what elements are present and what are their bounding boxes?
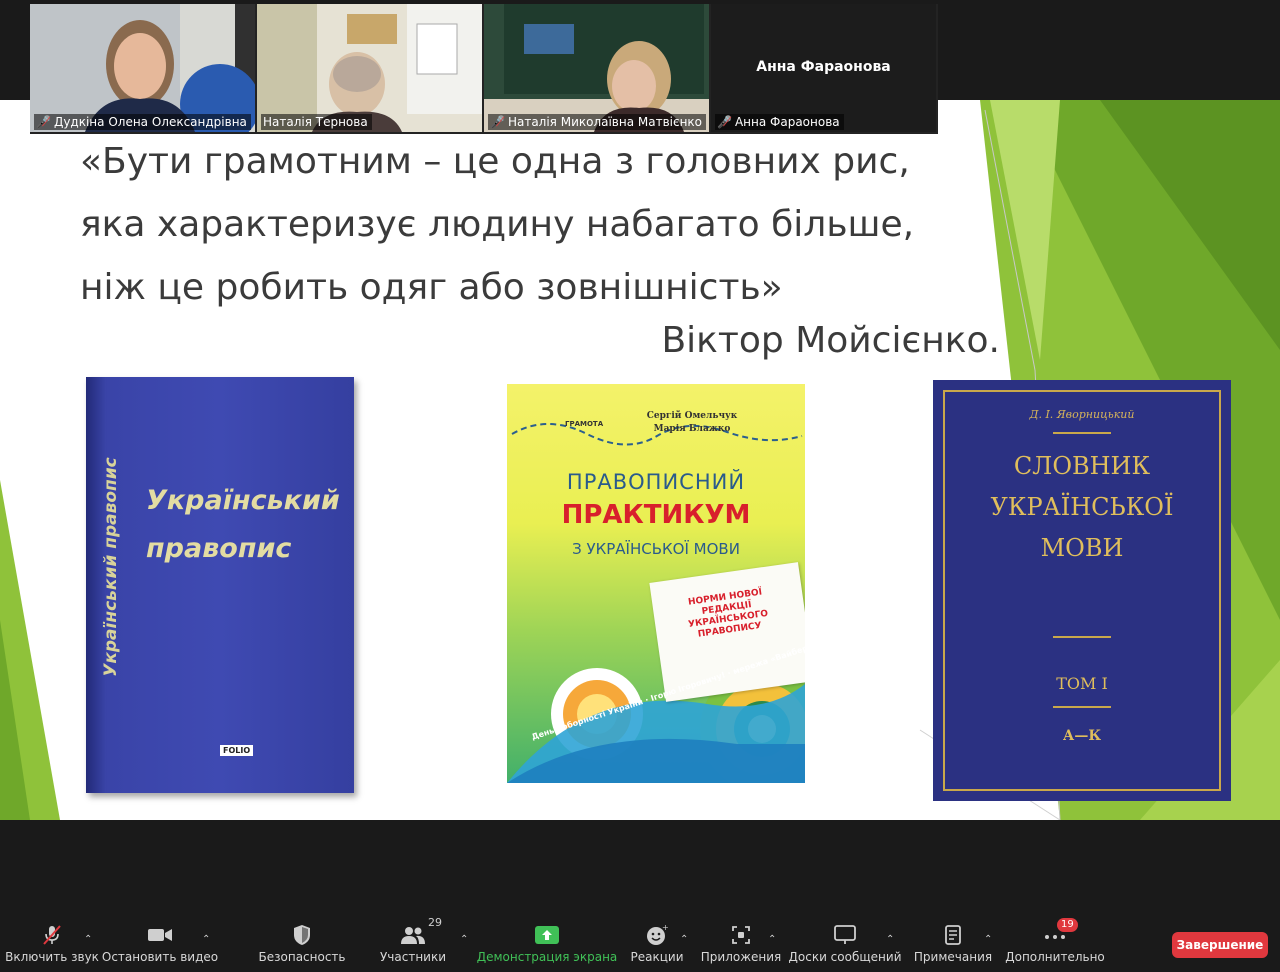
reactions-button[interactable]: + Реакции <box>630 924 684 970</box>
more-button[interactable]: 19 Дополнительно <box>1005 918 1105 970</box>
apps-label: Приложения <box>700 950 782 964</box>
microphone-muted-icon: 🎤̸ <box>36 115 51 129</box>
quote-author: Віктор Мойсієнко. <box>661 320 1000 361</box>
notes-button[interactable]: Примечания <box>914 924 992 970</box>
participant-display-name: Анна Фараонова <box>756 59 891 75</box>
participant-video-strip: 🎤̸ Дудкіна Олена Олександрівна Наталія Т… <box>30 4 938 134</box>
book-orthography-workshop: ГРАМОТА Сергій Омельчук Марія Блажко ПРА… <box>507 384 805 783</box>
stop-video-label: Остановить видео <box>101 950 219 964</box>
quote-line-2: яка характеризує людину набагато більше, <box>80 204 915 245</box>
share-screen-icon <box>535 924 559 946</box>
share-screen-label: Демонстрация экрана <box>476 950 618 964</box>
book-title-line-1: ПРАВОПИСНИЙ <box>566 470 746 494</box>
participant-name: Наталія Миколаївна Матвієнко <box>507 115 703 129</box>
book-ukrainian-orthography: Український правопис Український правопи… <box>86 377 354 793</box>
book-author-2: Марія Блажко <box>653 424 731 434</box>
chevron-up-icon[interactable]: ⌃ <box>84 934 92 945</box>
unmute-button[interactable]: Включить звук <box>5 924 99 970</box>
book-title-line-1: СЛОВНИК <box>1013 452 1151 480</box>
participants-count: 29 <box>428 916 442 929</box>
participant-tile[interactable]: 🎤̸ Наталія Миколаївна Матвієнко <box>484 4 709 132</box>
ornament-divider <box>1053 636 1111 638</box>
unmute-label: Включить звук <box>5 950 99 964</box>
end-meeting-button[interactable]: Завершение <box>1172 932 1268 958</box>
participants-label: Участники <box>379 950 447 964</box>
chevron-up-icon[interactable]: ⌃ <box>202 934 210 945</box>
quote-line-1: «Бути грамотним – це одна з головних рис… <box>80 141 910 182</box>
book-title-line-3: МОВИ <box>1040 534 1124 562</box>
chevron-up-icon[interactable]: ⌃ <box>984 934 992 945</box>
book-title-line-1: Український <box>146 485 340 516</box>
ornament-divider <box>1053 432 1111 434</box>
participant-name-tag: Наталія Тернова <box>261 114 372 130</box>
participant-tile-video-off[interactable]: Анна Фараонова 🎤̸ Анна Фараонова <box>711 4 936 132</box>
book-range: А—К <box>1062 728 1102 744</box>
participant-name-tag: 🎤̸ Дудкіна Олена Олександрівна <box>34 114 251 130</box>
shared-screen-slide: «Бути грамотним – це одна з головних рис… <box>0 100 1280 820</box>
chevron-up-icon[interactable]: ⌃ <box>886 934 894 945</box>
reactions-label: Реакции <box>630 950 684 964</box>
shield-icon <box>292 924 312 946</box>
participant-tile[interactable]: 🎤̸ Дудкіна Олена Олександрівна <box>30 4 255 132</box>
microphone-muted-icon: 🎤̸ <box>490 115 505 129</box>
ornament-divider <box>1053 706 1111 708</box>
notes-label: Примечания <box>913 950 993 964</box>
book-volume: ТОМ І <box>1056 674 1108 693</box>
video-feed <box>257 4 482 132</box>
video-camera-icon <box>147 924 173 946</box>
book-title: СЛОВНИК УКРАЇНСЬКОЇ МОВИ <box>933 446 1231 569</box>
share-screen-button[interactable]: Демонстрация экрана <box>477 924 617 970</box>
book-title-line-2: УКРАЇНСЬКОЇ <box>990 493 1174 521</box>
microphone-muted-icon: 🎤̸ <box>717 115 732 129</box>
smiley-icon: + <box>646 924 668 946</box>
microphone-muted-icon <box>41 924 63 946</box>
video-feed <box>484 4 709 132</box>
participants-button[interactable]: 29 Участники <box>379 916 447 970</box>
participant-name-tag: 🎤̸ Анна Фараонова <box>715 114 844 130</box>
book-spine-title: Український правопис <box>101 457 121 677</box>
book-title-line-2: правопис <box>146 533 292 564</box>
security-label: Безопасность <box>258 950 346 964</box>
chevron-up-icon[interactable]: ⌃ <box>768 934 776 945</box>
notification-badge: 19 <box>1057 918 1078 932</box>
book-author: Д. І. Яворницький <box>1029 408 1135 421</box>
stop-video-button[interactable]: Остановить видео <box>102 924 218 970</box>
book-authors: Сергій Омельчук Марія Блажко <box>617 410 767 436</box>
book-note-paper: НОРМИ НОВОЇ РЕДАКЦІЇ УКРАЇНСЬКОГО ПРАВОП… <box>649 562 805 702</box>
chevron-up-icon[interactable]: ⌃ <box>460 934 468 945</box>
participant-name: Наталія Тернова <box>263 115 368 129</box>
participant-name-tag: 🎤̸ Наталія Миколаївна Матвієнко <box>488 114 707 130</box>
participant-name: Анна Фараонова <box>734 115 840 129</box>
video-feed <box>30 4 255 132</box>
apps-button[interactable]: Приложения <box>701 924 781 970</box>
more-icon: 19 <box>1043 918 1078 946</box>
participant-name: Дудкіна Олена Олександрівна <box>53 115 247 129</box>
book-title-line-3: З УКРАЇНСЬКОЇ МОВИ <box>572 540 740 558</box>
publisher-logo: FOLIO <box>220 745 254 756</box>
participants-icon: 29 <box>400 916 442 946</box>
svg-text:+: + <box>662 924 668 932</box>
slide-quote: «Бути грамотним – це одна з головних рис… <box>80 130 980 319</box>
book-note-text: НОРМИ НОВОЇ РЕДАКЦІЇ УКРАЇНСЬКОГО ПРАВОП… <box>687 587 769 640</box>
apps-icon <box>731 924 751 946</box>
book-dictionary: Д. І. Яворницький СЛОВНИК УКРАЇНСЬКОЇ МО… <box>933 380 1231 801</box>
book-author-1: Сергій Омельчук <box>646 411 738 421</box>
publisher-logo: ГРАМОТА <box>565 420 604 428</box>
participant-tile-active-speaker[interactable]: Наталія Тернова <box>257 4 482 132</box>
more-label: Дополнительно <box>1005 950 1105 964</box>
security-button[interactable]: Безопасность <box>259 924 346 970</box>
whiteboards-button[interactable]: Доски сообщений <box>789 924 902 970</box>
meeting-toolbar: Включить звук ⌃ Остановить видео ⌃ Безоп… <box>0 916 1280 972</box>
notes-icon <box>944 924 962 946</box>
chevron-up-icon[interactable]: ⌃ <box>680 934 688 945</box>
quote-line-3: ніж це робить одяг або зовнішність» <box>80 267 783 308</box>
whiteboards-label: Доски сообщений <box>788 950 902 964</box>
book-title: Український правопис <box>146 477 346 573</box>
book-title-line-2: ПРАКТИКУМ <box>561 500 751 530</box>
whiteboard-icon <box>834 924 856 946</box>
